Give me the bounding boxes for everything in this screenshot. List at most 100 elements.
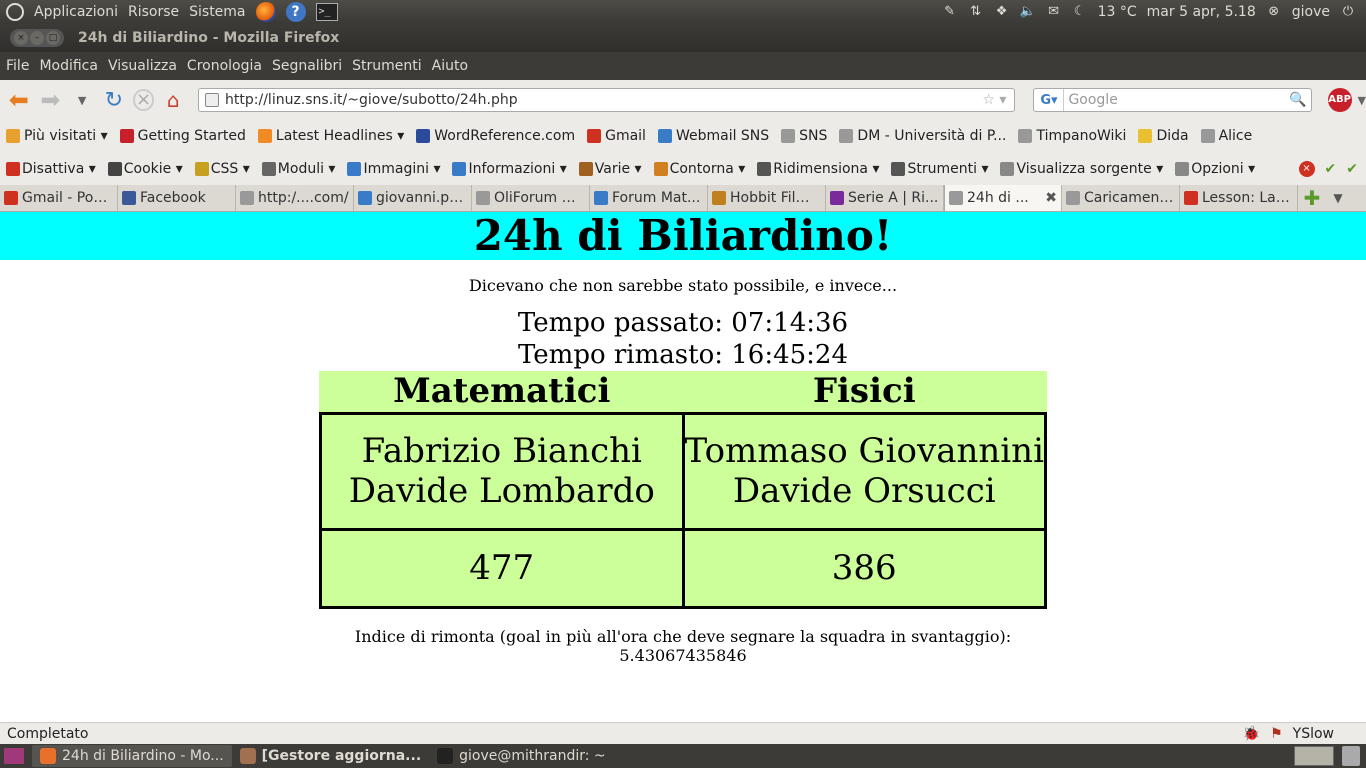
bookmark-label[interactable]: Latest Headlines ▾ xyxy=(276,128,404,144)
tab[interactable]: OliForum M... xyxy=(472,185,590,211)
user-name[interactable]: giove xyxy=(1292,4,1330,20)
firefox-launcher-icon[interactable] xyxy=(255,2,276,22)
clock[interactable]: mar 5 apr, 5.18 xyxy=(1147,4,1256,20)
webdev-menu-item[interactable]: Contorna ▾ xyxy=(653,161,746,177)
reload-icon[interactable]: ↻ xyxy=(101,87,127,113)
show-desktop-icon[interactable] xyxy=(4,748,24,764)
webdev-menu-label[interactable]: CSS ▾ xyxy=(211,161,250,177)
forward-arrow-icon[interactable]: ➡ xyxy=(38,86,64,114)
webdev-menu-label[interactable]: Immagini ▾ xyxy=(363,161,440,177)
webdev-menu-label[interactable]: Strumenti ▾ xyxy=(907,161,988,177)
webdev-css-ok-icon[interactable]: ✔ xyxy=(1325,161,1337,177)
history-dropdown-icon[interactable]: ▼ xyxy=(69,87,95,113)
tab-label[interactable]: OliForum M... xyxy=(494,190,585,206)
notes-icon[interactable]: ✎ xyxy=(942,4,958,20)
bookmark-item[interactable]: Latest Headlines ▾ xyxy=(257,128,404,144)
tab-close-icon[interactable]: ✖ xyxy=(1045,190,1057,206)
bookmark-label[interactable]: Dida xyxy=(1156,128,1188,144)
webdev-menu-item[interactable]: Visualizza sorgente ▾ xyxy=(1000,161,1163,177)
tab-label[interactable]: Serie A | Ri... xyxy=(848,190,938,206)
tab[interactable]: Serie A | Ri... xyxy=(826,185,944,211)
bookmark-label[interactable]: WordReference.com xyxy=(434,128,575,144)
menu-bookmarks[interactable]: Segnalibri xyxy=(272,58,342,74)
webdev-menu-label[interactable]: Varie ▾ xyxy=(595,161,642,177)
back-arrow-icon[interactable]: ⬅ xyxy=(6,86,32,114)
minimize-window-icon[interactable]: – xyxy=(30,31,44,45)
bookmark-label[interactable]: Più visitati ▾ xyxy=(24,128,108,144)
tab[interactable]: Gmail - Pos... xyxy=(0,185,118,211)
bookmark-item[interactable]: Più visitati ▾ xyxy=(6,128,108,144)
site-identity-icon[interactable] xyxy=(205,93,220,107)
webdev-menu-label[interactable]: Opzioni ▾ xyxy=(1191,161,1255,177)
url-text[interactable]: http://linuz.sns.it/~giove/subotto/24h.p… xyxy=(225,92,518,108)
yslow-icon[interactable]: ⚑ xyxy=(1270,726,1283,742)
maximize-window-icon[interactable]: □ xyxy=(46,31,60,45)
tab[interactable]: http:/....com/ xyxy=(236,185,354,211)
panel-menu-places[interactable]: Risorse xyxy=(128,4,179,20)
help-launcher-icon[interactable]: ? xyxy=(285,2,306,22)
taskbar-window-label[interactable]: [Gestore aggiorna... xyxy=(262,748,421,764)
tab-label[interactable]: Facebook xyxy=(140,190,206,206)
tab-list-icon[interactable]: ▼ xyxy=(1326,185,1350,211)
menu-view[interactable]: Visualizza xyxy=(108,58,177,74)
tab[interactable]: Caricament... xyxy=(1062,185,1180,211)
webdev-menu-label[interactable]: Visualizza sorgente ▾ xyxy=(1016,161,1163,177)
tab-label[interactable]: 24h di ... xyxy=(967,190,1029,206)
adblock-plus-icon[interactable]: ABP xyxy=(1327,88,1352,112)
taskbar-window-label[interactable]: giove@mithrandir: ~ xyxy=(459,748,606,764)
webdev-menu-item[interactable]: Varie ▾ xyxy=(578,161,642,177)
search-placeholder[interactable]: Google xyxy=(1064,92,1117,108)
bookmark-item[interactable]: Alice xyxy=(1200,128,1252,144)
menu-file[interactable]: File xyxy=(6,58,29,74)
menu-tools[interactable]: Strumenti xyxy=(352,58,422,74)
webdev-menu-item[interactable]: Moduli ▾ xyxy=(261,161,335,177)
new-tab-icon[interactable]: ✚ xyxy=(1298,185,1326,211)
tab-label[interactable]: giovanni.pa... xyxy=(376,190,467,206)
bookmark-item[interactable]: WordReference.com xyxy=(416,128,575,144)
bookmark-item[interactable]: SNS xyxy=(781,128,827,144)
tab-label[interactable]: Caricament... xyxy=(1084,190,1175,206)
tab-label[interactable]: Lesson: Lan... xyxy=(1202,190,1293,206)
power-icon[interactable]: ⏻ xyxy=(1340,4,1356,20)
webdev-menu-item[interactable]: Informazioni ▾ xyxy=(452,161,567,177)
firebug-icon[interactable]: 🐞 xyxy=(1243,726,1260,742)
webdev-menu-item[interactable]: CSS ▾ xyxy=(194,161,250,177)
tab[interactable]: giovanni.pa... xyxy=(354,185,472,211)
volume-icon[interactable]: 🔈 xyxy=(1020,4,1036,20)
webdev-menu-item[interactable]: Cookie ▾ xyxy=(107,161,183,177)
tab[interactable]: Forum Mat... xyxy=(590,185,708,211)
webdev-js-ok-icon[interactable]: ✔ xyxy=(1346,161,1358,177)
webdev-menu-label[interactable]: Cookie ▾ xyxy=(124,161,183,177)
bookmark-label[interactable]: TimpanoWiki xyxy=(1036,128,1126,144)
menu-help[interactable]: Aiuto xyxy=(432,58,468,74)
taskbar-window-button[interactable]: [Gestore aggiorna... xyxy=(232,745,429,767)
bookmark-label[interactable]: DM - Università di P... xyxy=(857,128,1006,144)
webdev-menu-item[interactable]: Strumenti ▾ xyxy=(891,161,988,177)
ubuntu-logo-icon[interactable] xyxy=(6,3,24,21)
taskbar-window-label[interactable]: 24h di Biliardino - Mo... xyxy=(62,748,224,764)
yslow-label[interactable]: YSlow xyxy=(1293,726,1334,742)
bookmark-item[interactable]: Getting Started xyxy=(119,128,246,144)
webdev-menu-label[interactable]: Disattiva ▾ xyxy=(22,161,96,177)
close-window-icon[interactable]: × xyxy=(14,31,28,45)
bookmark-item[interactable]: Webmail SNS xyxy=(657,128,769,144)
webdev-menu-item[interactable]: Disattiva ▾ xyxy=(6,161,96,177)
network-icon[interactable]: ⇅ xyxy=(968,4,984,20)
tab-label[interactable]: http:/....com/ xyxy=(258,190,349,206)
search-bar[interactable]: G▾ Google 🔍 xyxy=(1033,88,1312,112)
workspace-1-icon[interactable] xyxy=(1294,746,1334,766)
tab[interactable]: Facebook xyxy=(118,185,236,211)
webdev-menu-item[interactable]: Opzioni ▾ xyxy=(1175,161,1255,177)
bookmark-label[interactable]: SNS xyxy=(799,128,827,144)
webdev-menu-label[interactable]: Informazioni ▾ xyxy=(468,161,566,177)
tab-active[interactable]: 24h di ... ✖ xyxy=(944,185,1062,211)
bookmark-item[interactable]: DM - Università di P... xyxy=(839,128,1006,144)
panel-menu-system[interactable]: Sistema xyxy=(189,4,245,20)
taskbar-window-button[interactable]: giove@mithrandir: ~ xyxy=(429,745,614,767)
bookmark-label[interactable]: Gmail xyxy=(605,128,646,144)
url-bar[interactable]: http://linuz.sns.it/~giove/subotto/24h.p… xyxy=(198,88,1016,112)
tab-label[interactable]: Hobbit Film... xyxy=(730,190,821,206)
webdev-menu-item[interactable]: Immagini ▾ xyxy=(347,161,440,177)
trash-icon[interactable] xyxy=(1342,746,1360,766)
webdev-menu-label[interactable]: Contorna ▾ xyxy=(670,161,746,177)
